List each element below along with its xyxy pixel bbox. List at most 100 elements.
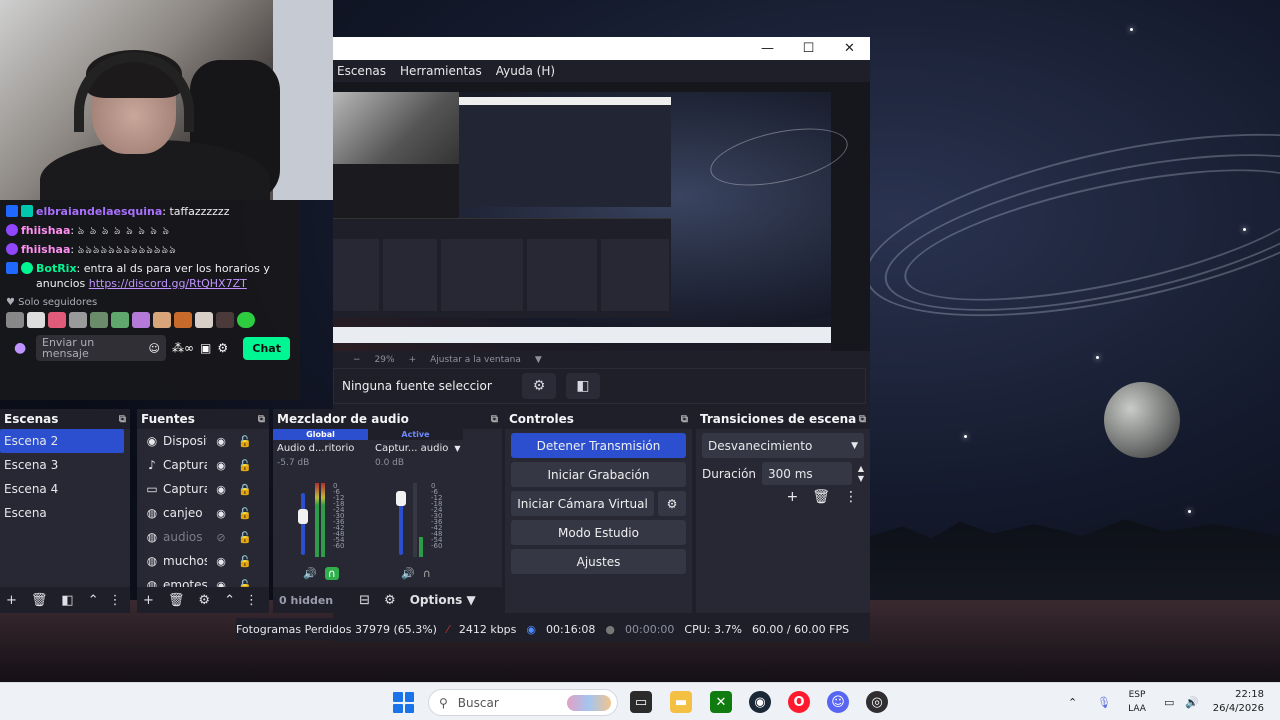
- tab-active[interactable]: Active: [368, 429, 463, 440]
- add-icon[interactable]: +: [6, 593, 17, 608]
- chevron-down-icon[interactable]: ▼: [454, 444, 460, 453]
- menu-help[interactable]: Ayuda (H): [496, 64, 555, 78]
- scene-item[interactable]: Escena: [0, 501, 130, 525]
- volume-fader[interactable]: [301, 493, 305, 555]
- source-item[interactable]: ▭ Captura ◉ 🔒: [137, 477, 269, 501]
- lock-icon[interactable]: 🔓: [235, 435, 255, 448]
- float-icon[interactable]: ⧉: [258, 414, 265, 425]
- settings-icon[interactable]: ⚙: [217, 341, 228, 355]
- emote[interactable]: [216, 312, 234, 328]
- emote[interactable]: [90, 312, 108, 328]
- zoom-in-icon[interactable]: +: [409, 355, 417, 365]
- fader-knob[interactable]: [298, 509, 308, 524]
- source-item[interactable]: ◍ emotes ◉ 🔓: [137, 573, 269, 587]
- menu-tools[interactable]: Herramientas: [400, 64, 482, 78]
- chat-username[interactable]: fhiishaa: [21, 224, 70, 237]
- mic-icon[interactable]: 🎙: [1097, 683, 1111, 720]
- more-icon[interactable]: ⋮: [844, 489, 858, 505]
- chat-input[interactable]: Enviar un mensaje ☺: [36, 335, 166, 361]
- tray-chevron-icon[interactable]: ⌃: [1068, 683, 1077, 720]
- chat-link[interactable]: https://discord.gg/RtQHX7ZT: [89, 277, 247, 290]
- float-icon[interactable]: ⧉: [681, 414, 688, 425]
- maximize-icon[interactable]: ☐: [788, 41, 829, 56]
- xbox-icon[interactable]: ✕: [710, 691, 732, 713]
- trash-icon[interactable]: 🗑: [31, 593, 48, 608]
- channel-name[interactable]: Audio d...ritorio: [277, 443, 373, 454]
- lock-icon[interactable]: 🔓: [235, 459, 255, 472]
- source-item[interactable]: ◍ audios c ⊘ 🔓: [137, 525, 269, 549]
- lock-icon[interactable]: 🔓: [235, 507, 255, 520]
- more-icon[interactable]: ⋮: [109, 593, 122, 608]
- emote[interactable]: [153, 312, 171, 328]
- zoom-out-icon[interactable]: −: [353, 355, 361, 365]
- add-icon[interactable]: +: [143, 593, 154, 608]
- channel-name[interactable]: Captur... audio ▼: [375, 443, 471, 454]
- filters-icon[interactable]: ◧: [566, 373, 600, 399]
- opera-icon[interactable]: O: [788, 691, 810, 713]
- lock-icon[interactable]: 🔓: [235, 531, 255, 544]
- add-icon[interactable]: +: [786, 489, 798, 505]
- emote[interactable]: [174, 312, 192, 328]
- virtual-camera-button[interactable]: Iniciar Cámara Virtual: [511, 491, 654, 516]
- task-view-icon[interactable]: ▭: [630, 691, 652, 713]
- clock[interactable]: 22:18 26/4/2026: [1212, 688, 1264, 716]
- stepper-icon[interactable]: ▲ ▼: [858, 464, 864, 484]
- emote[interactable]: [237, 312, 255, 328]
- float-icon[interactable]: ⧉: [491, 414, 498, 425]
- gift-icon[interactable]: ▣: [200, 341, 211, 355]
- filters-icon[interactable]: ◧: [61, 593, 73, 608]
- chat-username[interactable]: elbraiandelaesquina: [36, 205, 162, 218]
- settings-button[interactable]: Ajustes: [511, 549, 686, 574]
- eye-icon[interactable]: ◉: [211, 507, 231, 520]
- options-button[interactable]: Options ▼: [410, 593, 476, 607]
- taskbar-search[interactable]: ⚲ Buscar: [428, 689, 618, 716]
- chevron-up-icon[interactable]: ⌃: [224, 593, 235, 608]
- zoom-fit-select[interactable]: Ajustar a la ventana: [430, 355, 521, 365]
- fader-knob[interactable]: [396, 491, 406, 506]
- eye-icon[interactable]: ◉: [211, 435, 231, 448]
- steam-icon[interactable]: ◉: [749, 691, 771, 713]
- layout-icon[interactable]: ⊟: [359, 593, 370, 608]
- studio-mode-button[interactable]: Modo Estudio: [511, 520, 686, 545]
- chat-username[interactable]: fhiishaa: [21, 243, 70, 256]
- emote[interactable]: [111, 312, 129, 328]
- headphones-icon[interactable]: ∩: [324, 567, 339, 580]
- source-item[interactable]: ♪ Captura ◉ 🔓: [137, 453, 269, 477]
- network-icon[interactable]: ▭: [1164, 683, 1174, 720]
- source-item[interactable]: ◍ canjeo c ◉ 🔓: [137, 501, 269, 525]
- preview-canvas[interactable]: [333, 82, 870, 352]
- chevron-down-icon[interactable]: ▼: [535, 355, 542, 365]
- emote[interactable]: [132, 312, 150, 328]
- eye-icon[interactable]: ◉: [211, 579, 231, 588]
- trash-icon[interactable]: 🗑: [168, 593, 185, 608]
- gear-icon[interactable]: ⚙: [198, 593, 210, 608]
- float-icon[interactable]: ⧉: [859, 414, 866, 425]
- discord-icon[interactable]: ☺: [827, 691, 849, 713]
- eye-icon[interactable]: ◉: [211, 555, 231, 568]
- tab-global[interactable]: Global: [273, 429, 368, 440]
- more-icon[interactable]: ⋮: [245, 593, 258, 608]
- advanced-audio-icon[interactable]: ⚙: [384, 593, 396, 608]
- emote[interactable]: [27, 312, 45, 328]
- emote[interactable]: [195, 312, 213, 328]
- float-icon[interactable]: ⧉: [119, 414, 126, 425]
- duration-input[interactable]: 300 ms: [762, 462, 852, 485]
- gear-icon[interactable]: ⚙: [522, 373, 556, 399]
- source-item[interactable]: ◍ muchos ◉ 🔓: [137, 549, 269, 573]
- headphones-icon[interactable]: ∩: [423, 567, 431, 580]
- volume-icon[interactable]: 🔊: [1185, 683, 1199, 720]
- emoji-icon[interactable]: ☺: [149, 343, 160, 354]
- trash-icon[interactable]: 🗑: [812, 489, 830, 505]
- mic-icon[interactable]: ●: [14, 340, 30, 356]
- chevron-up-icon[interactable]: ⌃: [88, 593, 99, 608]
- lock-icon[interactable]: 🔓: [235, 555, 255, 568]
- speaker-icon[interactable]: 🔊: [401, 567, 415, 580]
- chat-send-button[interactable]: Chat: [243, 336, 290, 360]
- obs-icon[interactable]: ◎: [866, 691, 888, 713]
- scene-item[interactable]: Escena 2: [0, 429, 124, 453]
- file-explorer-icon[interactable]: ▬: [670, 691, 692, 713]
- eye-hidden-icon[interactable]: ⊘: [211, 531, 231, 544]
- start-recording-button[interactable]: Iniciar Grabación: [511, 462, 686, 487]
- transition-select[interactable]: Desvanecimiento ▼: [702, 433, 864, 458]
- eye-icon[interactable]: ◉: [211, 483, 231, 496]
